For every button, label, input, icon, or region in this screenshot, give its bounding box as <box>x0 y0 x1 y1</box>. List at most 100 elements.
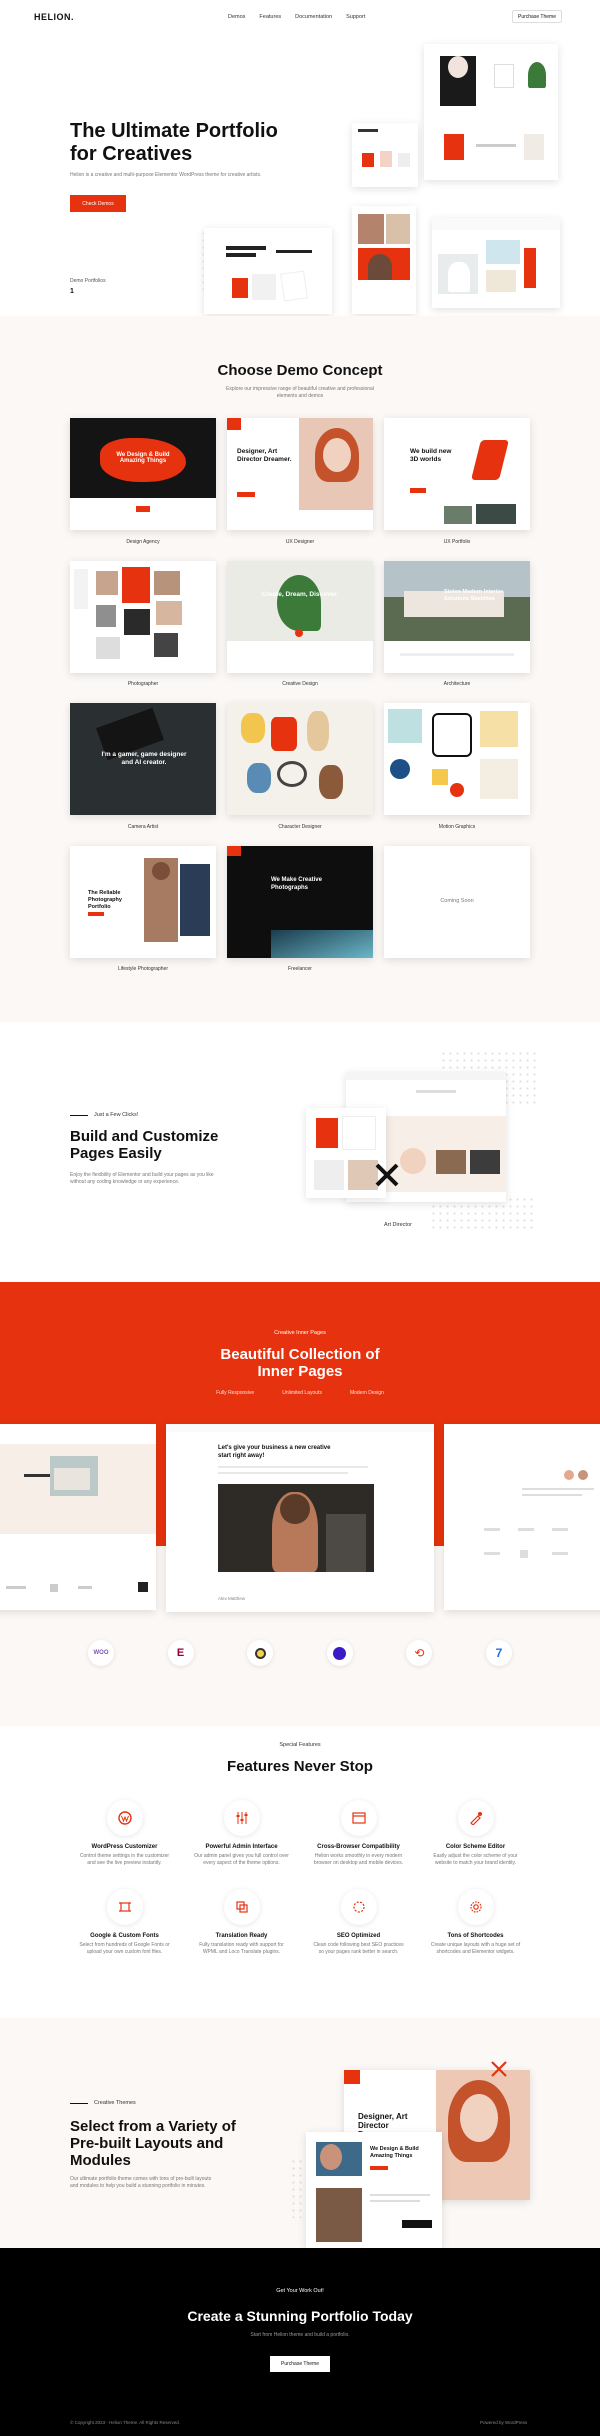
demo-card-coming-soon: Coming Soon <box>384 846 530 958</box>
demo-label[interactable]: Creative Design <box>227 681 373 688</box>
cta-section <box>0 2248 600 2436</box>
feature-item: Translation Ready Fully translation read… <box>183 1889 300 1956</box>
feature-text-line: Our admin panel gives you full control o… <box>194 1853 289 1859</box>
feature-text: Clean code following best SEO practices s… <box>300 1942 417 1956</box>
cta-eyebrow: Get Your Work Out! <box>276 2288 324 2294</box>
feature-text-line: and see the live preview instantly. <box>87 1860 162 1866</box>
feature-item: SEO Optimized Clean code following best … <box>300 1889 417 1956</box>
demo-card-design-agency[interactable]: We Design & Build Amazing Things <box>70 418 216 530</box>
inner-features: Fully Responsive Unlimited Layouts Moder… <box>0 1390 600 1396</box>
demos-subtitle-line-2: elements and demos <box>276 393 324 399</box>
cta-title: Create a Stunning Portfolio Today <box>187 2308 413 2324</box>
hero-preview-creative <box>424 44 558 180</box>
feature-item: Powerful Admin Interface Our admin panel… <box>183 1800 300 1867</box>
inner-title-line-1: Beautiful Collection of <box>220 1346 380 1363</box>
layouts-text: Our ultimate portfolio theme comes with … <box>70 2176 270 2190</box>
demo-headline: I'm a gamer, game designer and AI creato… <box>101 751 187 766</box>
customize-text: Enjoy the flexibility of Elementor and b… <box>70 1172 250 1186</box>
cta-purchase-button[interactable]: Purchase Theme <box>270 2356 330 2372</box>
close-icon[interactable] <box>374 1162 400 1188</box>
hero-preview-portfolio <box>204 228 332 314</box>
layouts-preview-front: We Design & Build Amazing Things <box>306 2132 442 2248</box>
layers-icon <box>223 1889 260 1925</box>
customize-eyebrow: Just a Few Clicks! <box>70 1112 138 1118</box>
feature-text: Fully translation ready with support for… <box>183 1942 300 1956</box>
demo-card-lifestyle-photographer[interactable]: The Reliable Photography Portfolio <box>70 846 216 958</box>
demo-label[interactable]: UX Portfolio <box>384 539 530 546</box>
hero-title: The Ultimate Portfolio for Creatives <box>70 120 278 166</box>
demo-label[interactable]: Lifestyle Photographer <box>70 966 216 973</box>
layouts-eyebrow-text: Creative Themes <box>94 2100 136 2106</box>
check-demos-button[interactable]: Check Demos <box>70 195 126 212</box>
hero-title-line-1: The Ultimate Portfolio <box>70 120 278 142</box>
demo-label[interactable]: Motion Graphics <box>384 824 530 831</box>
feature-text: Create unique layouts with a huge set of… <box>417 1942 534 1956</box>
demo-label[interactable]: Architecture <box>384 681 530 688</box>
close-icon[interactable] <box>490 2060 508 2078</box>
customize-eyebrow-text: Just a Few Clicks! <box>94 1112 139 1118</box>
layouts-title: Select from a Variety of Pre-built Layou… <box>70 2118 236 2169</box>
inner-feature: Fully Responsive <box>216 1390 255 1396</box>
demo-label[interactable]: UX Designer <box>227 539 373 546</box>
feature-text-line: Fully translation ready with support for <box>199 1942 284 1948</box>
feature-item: Google & Custom Fonts Select from hundre… <box>66 1889 183 1956</box>
hero-title-line-2: for Creatives <box>70 143 193 165</box>
hero-preview-gallery <box>352 206 416 314</box>
demo-card-freelancer[interactable]: We Make Creative Photographs <box>227 846 373 958</box>
feature-text: Helion works smoothly in every modern bro… <box>300 1853 417 1867</box>
cta-subtitle: Start from Helion theme and build a port… <box>250 2332 350 2338</box>
feature-title: Powerful Admin Interface <box>205 1844 278 1850</box>
inner-center-caption: Alex Matthew <box>218 1596 246 1601</box>
purchase-theme-button[interactable]: Purchase Theme <box>512 10 562 23</box>
demo-card-ux-designer[interactable]: Designer, Art Director Dreamer. <box>227 418 373 530</box>
customize-preview-label: Art Director <box>384 1222 412 1228</box>
demos-subtitle-line-1: Explore our impressive range of beautifu… <box>226 386 374 392</box>
demo-label[interactable]: Photographer <box>70 681 216 688</box>
feature-item: Tons of Shortcodes Create unique layouts… <box>417 1889 534 1956</box>
eyebrow-line <box>70 2102 88 2104</box>
feature-text: Easily adjust the color scheme of your we… <box>417 1853 534 1867</box>
slider-revolution-logo <box>326 1640 353 1666</box>
feature-title: WordPress Customizer <box>91 1844 158 1850</box>
customize-title-line-1: Build and Customize <box>70 1128 219 1145</box>
demo-label[interactable]: Design Agency <box>70 539 216 546</box>
layouts-title-line-3: Modules <box>70 2152 131 2169</box>
logo[interactable]: HELION. <box>34 12 74 22</box>
demo-card-photographer[interactable] <box>70 561 216 673</box>
feature-text-line: website to match your brand identity. <box>434 1860 517 1866</box>
demo-headline: We build new 3D worlds <box>410 448 452 463</box>
elementor-logo: E <box>167 1640 194 1666</box>
demo-headline: We Make Creative Photographs <box>271 877 322 891</box>
customize-title-line-2: Pages Easily <box>70 1145 162 1162</box>
feature-text-line: every aspect of the theme options. <box>203 1860 280 1866</box>
feature-text-line: upload your own custom font files. <box>86 1949 163 1955</box>
demo-headline: Stolen Modern Interior Solutions Sketche… <box>444 589 503 602</box>
demo-label[interactable]: Camera Artist <box>70 824 216 831</box>
nav-item-documentation[interactable]: Documentation <box>295 14 332 20</box>
partner-logos: WOO E ⟲ 7 <box>88 1640 512 1666</box>
inner-feature: Unlimited Layouts <box>282 1390 322 1396</box>
footer-copyright: © Copyright 2023 - Helion Theme. All Rig… <box>70 2420 181 2425</box>
demo-card-ux-portfolio[interactable]: We build new 3D worlds <box>384 418 530 530</box>
demo-card-character-designer[interactable] <box>227 703 373 815</box>
feature-text: Select from hundreds of Google Fonts or u… <box>66 1942 183 1956</box>
nav-item-features[interactable]: Features <box>259 14 281 20</box>
nav-item-demos[interactable]: Demos <box>228 14 245 20</box>
nav-item-support[interactable]: Support <box>346 14 365 20</box>
demo-headline: Designer, Art Director Dreamer. <box>237 448 292 463</box>
inner-title-line-2: Inner Pages <box>257 1363 343 1380</box>
demo-card-creative-design[interactable]: Create, Dream, Discover. <box>227 561 373 673</box>
eyebrow-line <box>70 1114 88 1116</box>
palette-icon <box>457 1800 494 1836</box>
demos-title: Choose Demo Concept <box>217 362 383 379</box>
feature-text-line: Select from hundreds of Google Fonts or <box>79 1942 170 1948</box>
main-nav: Demos Features Documentation Support <box>228 14 365 20</box>
hero-subtitle: Helion is a creative and multi-purpose E… <box>70 172 262 178</box>
demo-card-camera-artist[interactable]: I'm a gamer, game designer and AI creato… <box>70 703 216 815</box>
demo-card-motion-graphics[interactable] <box>384 703 530 815</box>
feature-item: Color Scheme Editor Easily adjust the co… <box>417 1800 534 1867</box>
demo-card-architecture[interactable]: Stolen Modern Interior Solutions Sketche… <box>384 561 530 673</box>
demo-label[interactable]: Freelancer <box>227 966 373 973</box>
demo-label[interactable]: Character Designer <box>227 824 373 831</box>
features-title: Features Never Stop <box>227 1758 373 1775</box>
